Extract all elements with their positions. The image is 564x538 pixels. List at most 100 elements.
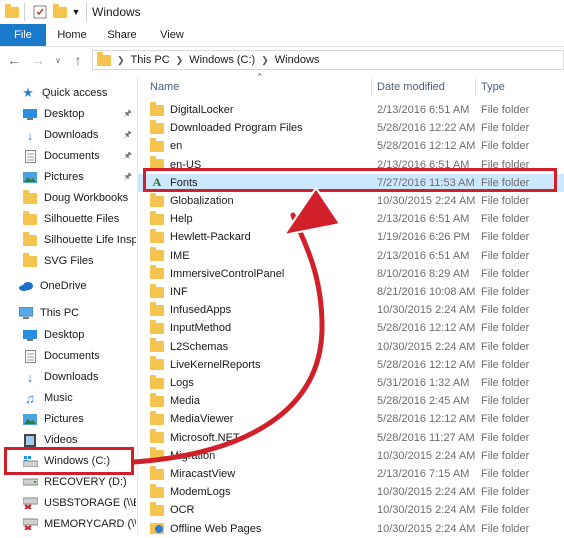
column-header-name[interactable]: Name (150, 75, 179, 99)
recent-locations-icon[interactable]: ∨ (50, 56, 66, 65)
folder-icon[interactable] (4, 3, 20, 20)
nav-item-silhouette-files[interactable]: Silhouette Files (22, 209, 136, 229)
cloud-icon (18, 279, 34, 293)
file-row[interactable]: Hewlett-Packard 1/19/2016 6:26 PM File fol… (138, 228, 564, 246)
tab-view[interactable]: View (150, 24, 194, 46)
file-row[interactable]: Migration 10/30/2015 2:24 AM File folder (138, 447, 564, 465)
file-name: Help (170, 213, 193, 226)
properties-icon[interactable] (32, 4, 48, 20)
file-row[interactable]: IME 2/13/2016 6:51 AM File folder (138, 247, 564, 265)
nav-item-silhouette-life[interactable]: Silhouette Life Inspi (22, 230, 136, 250)
nav-pc-usbstorage[interactable]: USBSTORAGE (\\EPS (22, 493, 136, 513)
nav-pc-recovery-d[interactable]: RECOVERY (D:) (22, 472, 136, 492)
folder-icon (150, 283, 164, 298)
file-row[interactable]: DigitalLocker 2/13/2016 6:51 AM File folde… (138, 101, 564, 119)
divider (24, 3, 25, 21)
column-separator[interactable] (475, 78, 476, 96)
file-row[interactable]: INF 8/21/2016 10:08 AM File folder (138, 283, 564, 301)
nav-pc-pictures[interactable]: Pictures (22, 409, 136, 429)
file-name-cell: en-US (150, 156, 201, 171)
nav-item-downloads[interactable]: ↓ Downloads 🖈 (22, 125, 136, 145)
nav-pc-desktop[interactable]: Desktop (22, 325, 136, 345)
file-row[interactable]: en-US 2/13/2016 6:51 AM File folder (138, 156, 564, 174)
file-name-cell: Help (150, 210, 193, 226)
nav-quick-access[interactable]: ★ Quick access (20, 83, 136, 103)
chevron-right-icon[interactable]: ❯ (176, 55, 184, 66)
file-date: 2/13/2016 6:51 AM (377, 249, 470, 262)
file-name: Logs (170, 377, 194, 389)
file-type: File folder (481, 231, 530, 244)
folder-icon (150, 265, 164, 280)
breadcrumb-windows[interactable]: Windows (275, 54, 320, 66)
file-row[interactable]: ImmersiveControlPanel 8/10/2016 8:29 AM Fi… (138, 265, 564, 283)
nav-item-desktop[interactable]: Desktop 🖈 (22, 104, 136, 124)
nav-onedrive[interactable]: OneDrive (18, 276, 136, 296)
address-box[interactable]: ❯ This PC ❯ Windows (C:) ❯ Windows (92, 50, 564, 70)
file-name: Offline Web Pages (170, 522, 262, 535)
file-row[interactable]: Help 2/13/2016 6:51 AM File folder (138, 210, 564, 228)
star-icon: ★ (22, 85, 34, 100)
column-header-type[interactable]: Type (481, 75, 505, 99)
new-folder-icon[interactable] (52, 3, 68, 20)
file-row[interactable]: ModemLogs 10/30/2015 2:24 AM File folder (138, 483, 564, 501)
file-name: OCR (170, 504, 195, 517)
nav-pc-downloads[interactable]: ↓ Downloads (22, 367, 136, 387)
nav-this-pc[interactable]: This PC (18, 303, 136, 323)
file-row[interactable]: InputMethod 5/28/2016 12:12 AM File folder (138, 319, 564, 337)
breadcrumb-this-pc[interactable]: This PC (131, 54, 170, 66)
customize-quick-access-icon[interactable]: ▼ (68, 4, 84, 20)
file-row[interactable]: en 5/28/2016 12:12 AM File folder (138, 137, 564, 155)
file-type: File folder (481, 140, 530, 153)
nav-pc-videos[interactable]: Videos (22, 430, 136, 450)
file-row[interactable]: Downloaded Program Files 5/28/2016 12:22 … (138, 119, 564, 137)
nav-pc-memorycard[interactable]: MEMORYCARD (\\E (22, 514, 136, 534)
pin-icon[interactable]: 🖈 (124, 106, 132, 122)
file-name-cell: Offline Web Pages (150, 521, 261, 537)
nav-label: Silhouette Life Inspi (44, 234, 136, 246)
folder-icon (150, 192, 164, 207)
chevron-right-icon[interactable]: ❯ (261, 55, 269, 66)
nav-pc-music[interactable]: ♫ Music (22, 388, 136, 408)
nav-item-pictures[interactable]: Pictures 🖈 (22, 167, 136, 187)
file-row[interactable]: A Fonts 7/27/2016 11:53 AM File folder (138, 173, 564, 192)
nav-pc-documents[interactable]: Documents (22, 346, 136, 366)
tab-file[interactable]: File (0, 24, 46, 46)
pin-icon[interactable]: 🖈 (124, 169, 132, 185)
file-row[interactable]: InfusedApps 10/30/2015 2:24 AM File folder (138, 301, 564, 319)
folder-icon (150, 356, 164, 371)
file-row[interactable]: Media 5/28/2016 2:45 AM File folder (138, 392, 564, 410)
nav-item-doug-workbooks[interactable]: Doug Workbooks (22, 188, 136, 208)
tab-home[interactable]: Home (50, 24, 94, 46)
breadcrumb-drive[interactable]: Windows (C:) (189, 54, 255, 66)
back-arrow-icon[interactable]: ← (6, 52, 22, 68)
file-name-cell: INF (150, 283, 188, 298)
pin-icon[interactable]: 🖈 (124, 127, 132, 143)
file-row[interactable]: Globalization 10/30/2015 2:24 AM File fold… (138, 192, 564, 210)
tab-share[interactable]: Share (100, 24, 144, 46)
web-folder-icon (150, 521, 164, 537)
file-row[interactable]: MediaViewer 5/28/2016 12:12 AM File folder (138, 410, 564, 428)
file-row[interactable]: L2Schemas 10/30/2015 2:24 AM File folder (138, 338, 564, 356)
folder-icon (97, 51, 111, 66)
document-icon (22, 149, 38, 163)
nav-pc-windows-c[interactable]: Windows (C:) (22, 451, 136, 471)
up-arrow-icon[interactable]: ↑ (70, 52, 86, 68)
file-date: 10/30/2015 2:24 AM (377, 340, 476, 353)
file-name: ModemLogs (170, 486, 231, 499)
nav-item-documents[interactable]: Documents 🖈 (22, 146, 136, 166)
column-header-date[interactable]: Date modified (377, 75, 445, 99)
file-name-cell: Hewlett-Packard (150, 228, 251, 243)
file-row[interactable]: Microsoft.NET 5/28/2016 11:27 AM File fold… (138, 429, 564, 447)
file-date: 10/30/2015 2:24 AM (377, 504, 476, 517)
file-row[interactable]: MiracastView 2/13/2016 7:15 AM File folder (138, 465, 564, 483)
file-row[interactable]: OCR 10/30/2015 2:24 AM File folder (138, 501, 564, 519)
column-separator[interactable] (371, 78, 372, 96)
forward-arrow-icon[interactable]: → (30, 52, 46, 68)
file-name-cell: L2Schemas (150, 338, 228, 353)
nav-item-svg-files[interactable]: SVG Files (22, 251, 136, 271)
pin-icon[interactable]: 🖈 (124, 148, 132, 164)
chevron-right-icon[interactable]: ❯ (117, 55, 125, 66)
file-row[interactable]: Logs 5/31/2016 1:32 AM File folder (138, 374, 564, 392)
file-row[interactable]: LiveKernelReports 5/28/2016 12:12 AM File … (138, 356, 564, 374)
file-date: 2/13/2016 6:51 AM (377, 158, 470, 171)
